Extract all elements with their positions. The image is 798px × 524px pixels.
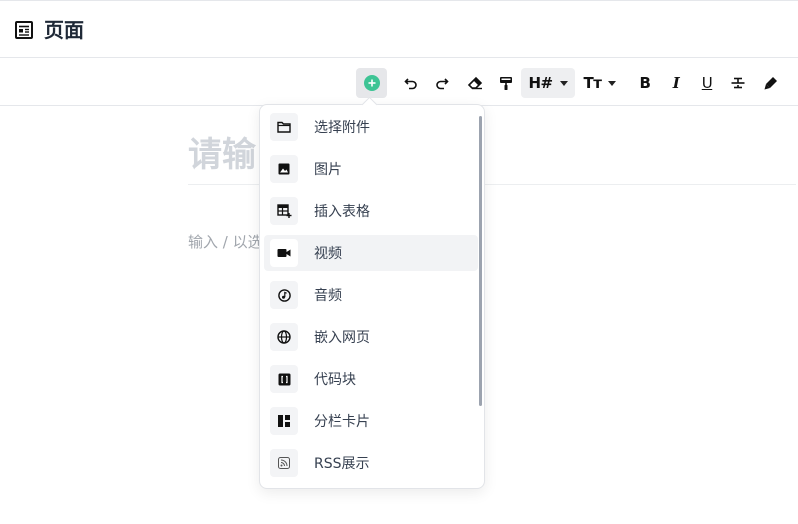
format-painter-icon — [500, 77, 512, 90]
menu-item-attachment[interactable]: 选择附件 — [264, 109, 478, 145]
underline-button[interactable]: U — [694, 68, 720, 98]
music-note-icon — [270, 281, 298, 309]
page-header: 页面 — [0, 1, 798, 58]
menu-item-rss[interactable]: RSS展示 — [264, 445, 478, 481]
clear-format-button[interactable] — [461, 68, 489, 98]
globe-icon — [270, 323, 298, 351]
heading-dropdown[interactable]: H# — [521, 68, 575, 98]
chevron-down-icon — [608, 80, 617, 86]
page-root: 页面 H# Tт B I U 请输 输入 / 以选 选择附件 图片 插入表格 视… — [0, 0, 798, 524]
format-painter-button[interactable] — [493, 68, 519, 98]
menu-item-label: 插入表格 — [314, 204, 370, 220]
italic-icon: I — [672, 74, 680, 92]
editor-toolbar: H# Tт B I U — [0, 58, 798, 106]
menu-item-code-block[interactable]: 代码块 — [264, 361, 478, 397]
menu-item-label: 代码块 — [314, 372, 356, 388]
page-title: 页面 — [44, 18, 84, 42]
eraser-icon — [467, 76, 482, 90]
undo-button[interactable] — [398, 68, 424, 98]
table-add-icon — [270, 197, 298, 225]
menu-item-label: RSS展示 — [314, 456, 370, 472]
marker-icon — [764, 77, 777, 90]
bold-icon: B — [639, 74, 651, 92]
redo-icon — [436, 78, 449, 90]
menu-item-audio[interactable]: 音频 — [264, 277, 478, 313]
insert-button[interactable] — [356, 68, 387, 98]
body-input[interactable]: 输入 / 以选 — [188, 231, 263, 252]
strikethrough-button[interactable] — [725, 68, 751, 98]
image-icon — [270, 155, 298, 183]
code-block-icon — [270, 365, 298, 393]
menu-item-video[interactable]: 视频 — [264, 235, 478, 271]
folder-icon — [270, 113, 298, 141]
font-size-dropdown[interactable]: Tт — [577, 68, 623, 98]
columns-icon — [270, 407, 298, 435]
menu-item-table[interactable]: 插入表格 — [264, 193, 478, 229]
menu-item-label: 音频 — [314, 288, 342, 304]
menu-scrollbar[interactable] — [479, 116, 482, 406]
rss-icon — [270, 449, 298, 477]
plus-circle-icon — [363, 75, 380, 91]
insert-menu: 选择附件 图片 插入表格 视频 音频 嵌入网页 代码块 分栏卡片 RSS展示 — [259, 104, 485, 489]
bold-button[interactable]: B — [632, 68, 658, 98]
strikethrough-icon — [731, 77, 745, 89]
menu-item-label: 视频 — [314, 246, 342, 262]
menu-item-label: 图片 — [314, 162, 342, 178]
italic-button[interactable]: I — [663, 68, 689, 98]
font-size-label: Tт — [583, 74, 602, 92]
menu-item-image[interactable]: 图片 — [264, 151, 478, 187]
menu-item-columns[interactable]: 分栏卡片 — [264, 403, 478, 439]
undo-icon — [404, 78, 417, 90]
underline-icon: U — [701, 74, 713, 92]
menu-item-label: 嵌入网页 — [314, 330, 370, 346]
page-icon — [15, 21, 33, 39]
menu-item-label: 选择附件 — [314, 120, 370, 136]
redo-button[interactable] — [429, 68, 455, 98]
heading-label: H# — [528, 74, 553, 92]
menu-item-label: 分栏卡片 — [314, 414, 370, 430]
menu-item-embed[interactable]: 嵌入网页 — [264, 319, 478, 355]
highlight-button[interactable] — [757, 68, 785, 98]
chevron-down-icon — [559, 80, 568, 86]
video-icon — [270, 239, 298, 267]
